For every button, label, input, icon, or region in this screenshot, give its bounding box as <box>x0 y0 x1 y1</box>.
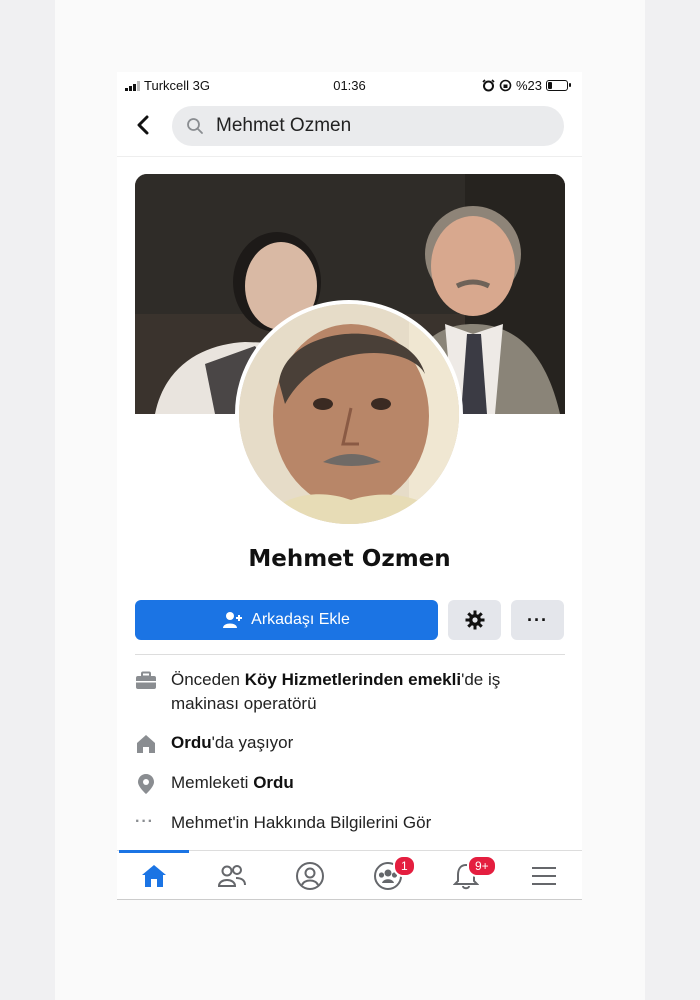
back-button[interactable] <box>131 112 157 138</box>
person-add-icon <box>223 612 243 628</box>
home-icon <box>137 735 155 753</box>
friends-icon <box>217 865 246 887</box>
lives-suffix: 'da yaşıyor <box>211 733 294 752</box>
status-bar: Turkcell 3G 01:36 %23 <box>117 72 582 98</box>
alarm-icon <box>482 79 495 92</box>
search-row <box>117 104 582 148</box>
gear-icon <box>465 610 484 630</box>
see-about-label: Mehmet'in Hakkında Bilgilerini Gör <box>171 813 432 832</box>
more-options-button[interactable]: ··· <box>511 600 564 640</box>
add-friend-button[interactable]: Arkadaşı Ekle <box>135 600 438 640</box>
tab-friends[interactable] <box>197 851 267 900</box>
bottom-tab-bar: 1 9+ <box>117 850 582 900</box>
about-lives: Ordu'da yaşıyor <box>135 731 565 757</box>
groups-badge: 1 <box>393 855 416 877</box>
status-right: %23 <box>482 78 571 93</box>
search-box[interactable] <box>172 106 564 146</box>
tab-profile[interactable] <box>275 851 345 900</box>
about-hometown-text: Memleketi Ordu <box>171 771 565 795</box>
rotation-lock-icon <box>499 79 512 92</box>
tab-home[interactable] <box>119 850 189 900</box>
tab-groups[interactable]: 1 <box>353 851 423 900</box>
settings-button[interactable] <box>448 600 501 640</box>
about-hometown: Memleketi Ordu <box>135 771 565 797</box>
briefcase-icon <box>136 671 156 689</box>
location-pin-icon <box>138 774 154 794</box>
work-prefix: Önceden <box>171 670 245 689</box>
about-work-text: Önceden Köy Hizmetlerinden emekli'de iş … <box>171 668 565 716</box>
search-input[interactable] <box>216 106 546 146</box>
hometown-prefix: Memleketi <box>171 773 254 792</box>
phone-screen: Turkcell 3G 01:36 %23 Mehmet Ozmen Mehme… <box>117 72 582 900</box>
see-about-link[interactable]: ··· Mehmet'in Hakkında Bilgilerini Gör <box>135 811 565 837</box>
about-work: Önceden Köy Hizmetlerinden emekli'de iş … <box>135 668 565 718</box>
profile-photo-image <box>239 304 459 524</box>
about-lives-text: Ordu'da yaşıyor <box>171 731 565 755</box>
chevron-left-icon <box>137 115 149 135</box>
battery-percent: %23 <box>515 78 542 93</box>
add-friend-label: Arkadaşı Ekle <box>251 611 350 628</box>
divider <box>117 156 582 157</box>
profile-icon <box>296 862 324 890</box>
tab-menu[interactable] <box>509 851 579 900</box>
search-icon <box>187 118 203 134</box>
home-icon <box>142 865 166 887</box>
battery-fill <box>548 82 552 89</box>
hometown-city[interactable]: Ordu <box>253 773 294 792</box>
battery-icon <box>546 80 571 91</box>
work-organization[interactable]: Köy Hizmetlerinden emekli <box>245 670 461 689</box>
lives-city[interactable]: Ordu <box>171 733 212 752</box>
tab-notifications[interactable]: 9+ <box>431 851 501 900</box>
divider <box>135 654 565 655</box>
profile-picture[interactable] <box>235 300 463 528</box>
more-dots-icon: ··· <box>135 813 154 830</box>
profile-name: Mehmet Ozmen <box>248 546 451 572</box>
hamburger-menu-icon <box>532 867 556 885</box>
notifications-badge: 9+ <box>467 855 497 877</box>
